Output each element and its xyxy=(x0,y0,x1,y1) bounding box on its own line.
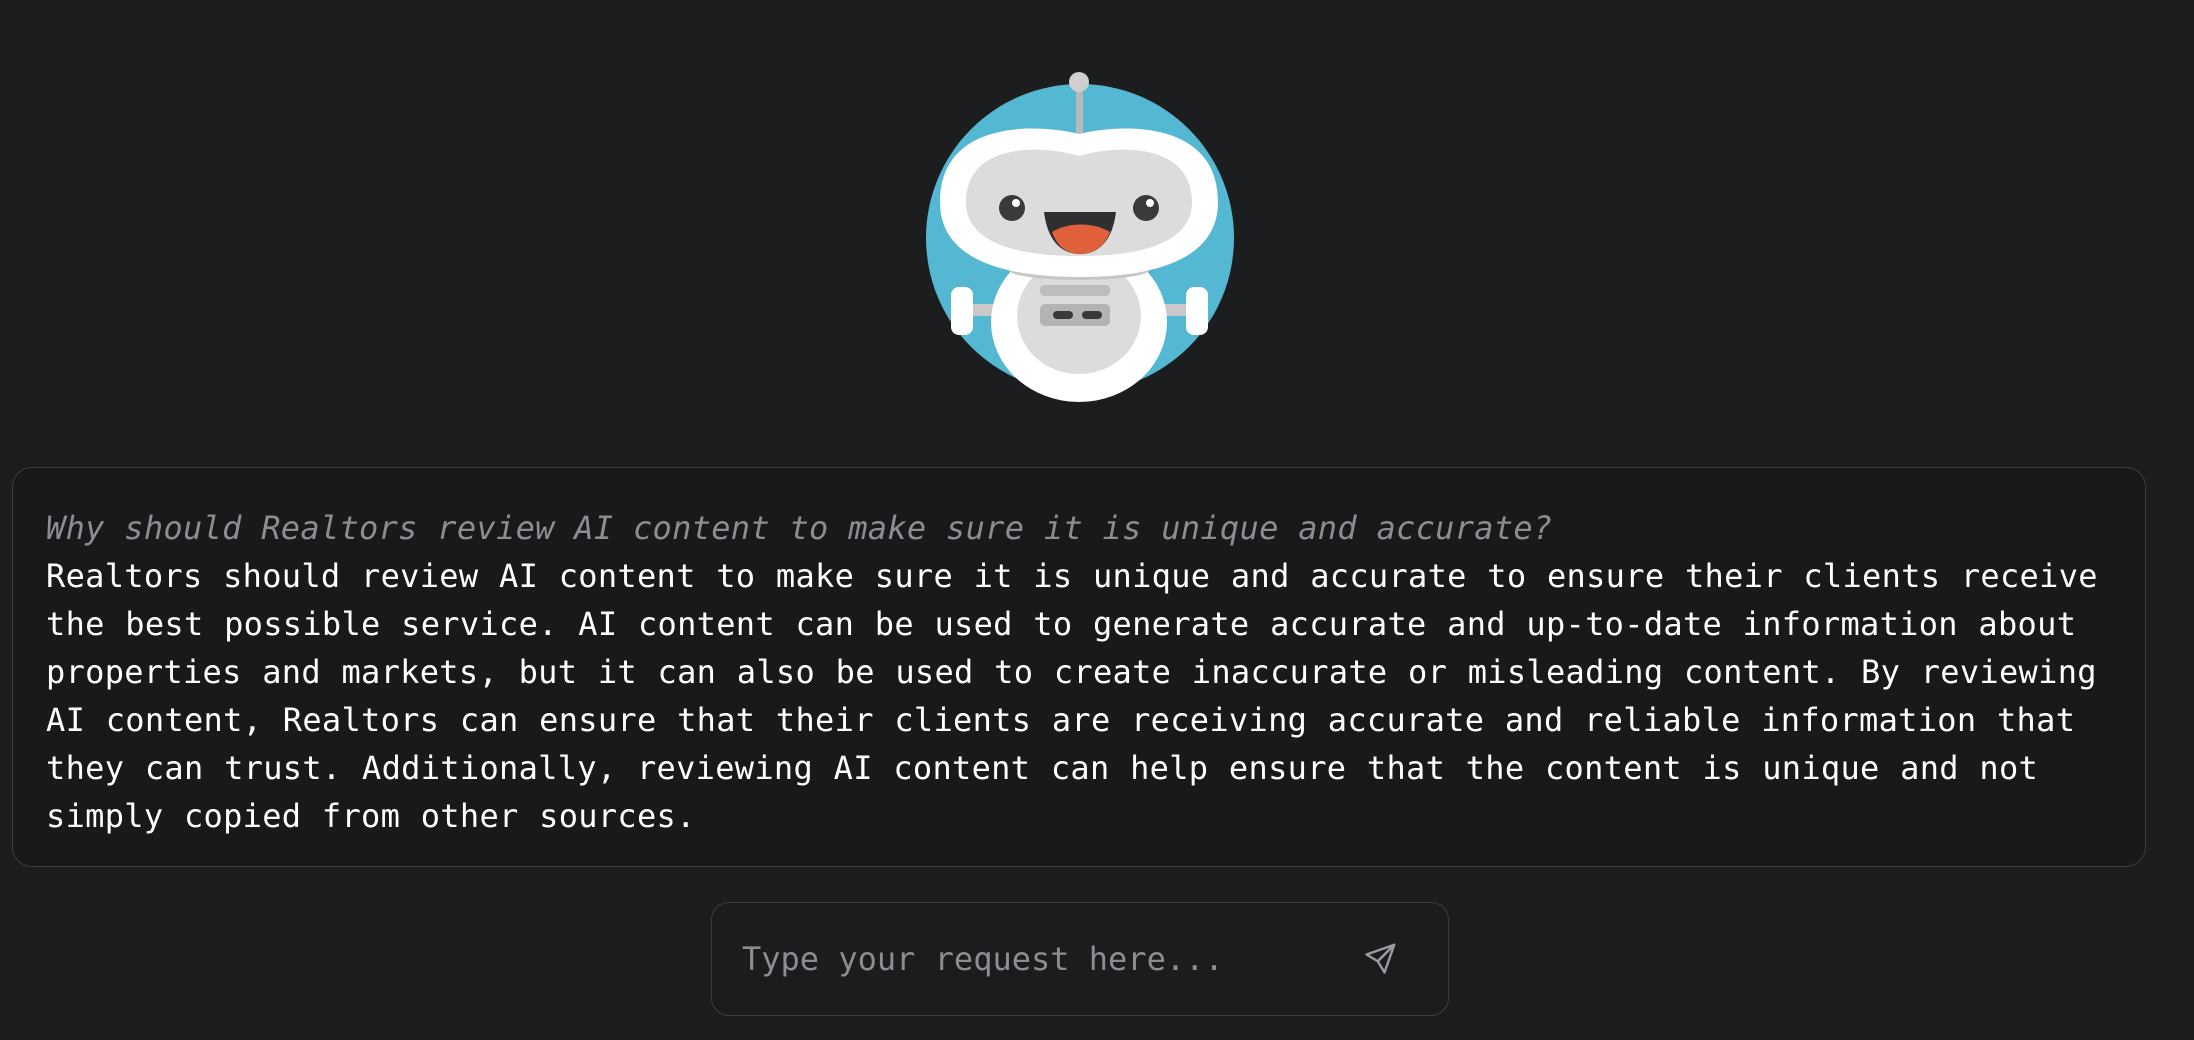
chat-input-container xyxy=(711,902,1449,1016)
robot-avatar-icon xyxy=(918,72,1242,404)
send-button[interactable] xyxy=(1352,931,1408,987)
send-icon xyxy=(1365,943,1396,974)
user-question: Why should Realtors review AI content to… xyxy=(46,509,1553,547)
request-input[interactable] xyxy=(742,931,1302,987)
assistant-answer: Realtors should review AI content to mak… xyxy=(46,557,2098,835)
chat-response-card: Why should Realtors review AI content to… xyxy=(12,467,2146,867)
